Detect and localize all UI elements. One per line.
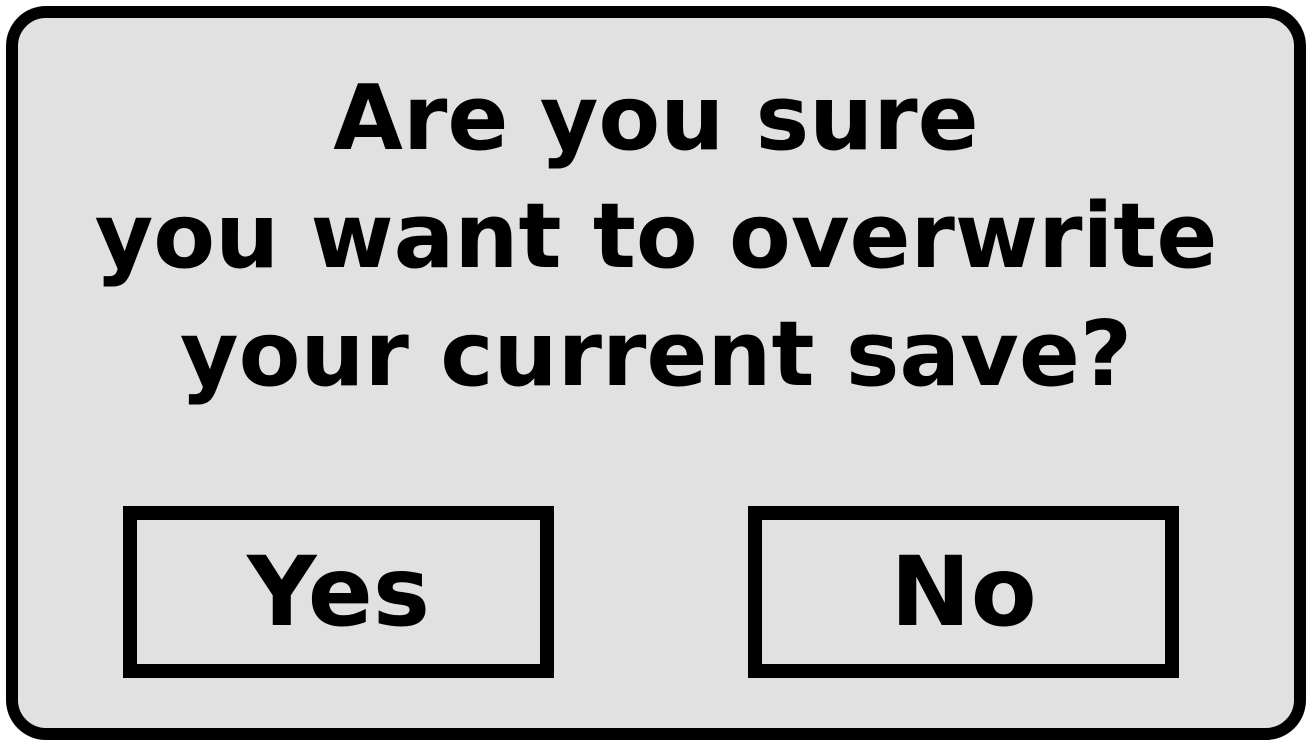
- yes-button[interactable]: Yes: [123, 506, 554, 678]
- dialog-message-line-2: you want to overwrite: [94, 184, 1218, 289]
- dialog-message-line-3: your current save?: [179, 302, 1133, 407]
- dialog-message-line-1: Are you sure: [333, 66, 979, 171]
- no-button[interactable]: No: [748, 506, 1179, 678]
- overwrite-confirm-dialog: Are you sure you want to overwrite your …: [6, 6, 1306, 740]
- dialog-message: Are you sure you want to overwrite your …: [18, 60, 1294, 414]
